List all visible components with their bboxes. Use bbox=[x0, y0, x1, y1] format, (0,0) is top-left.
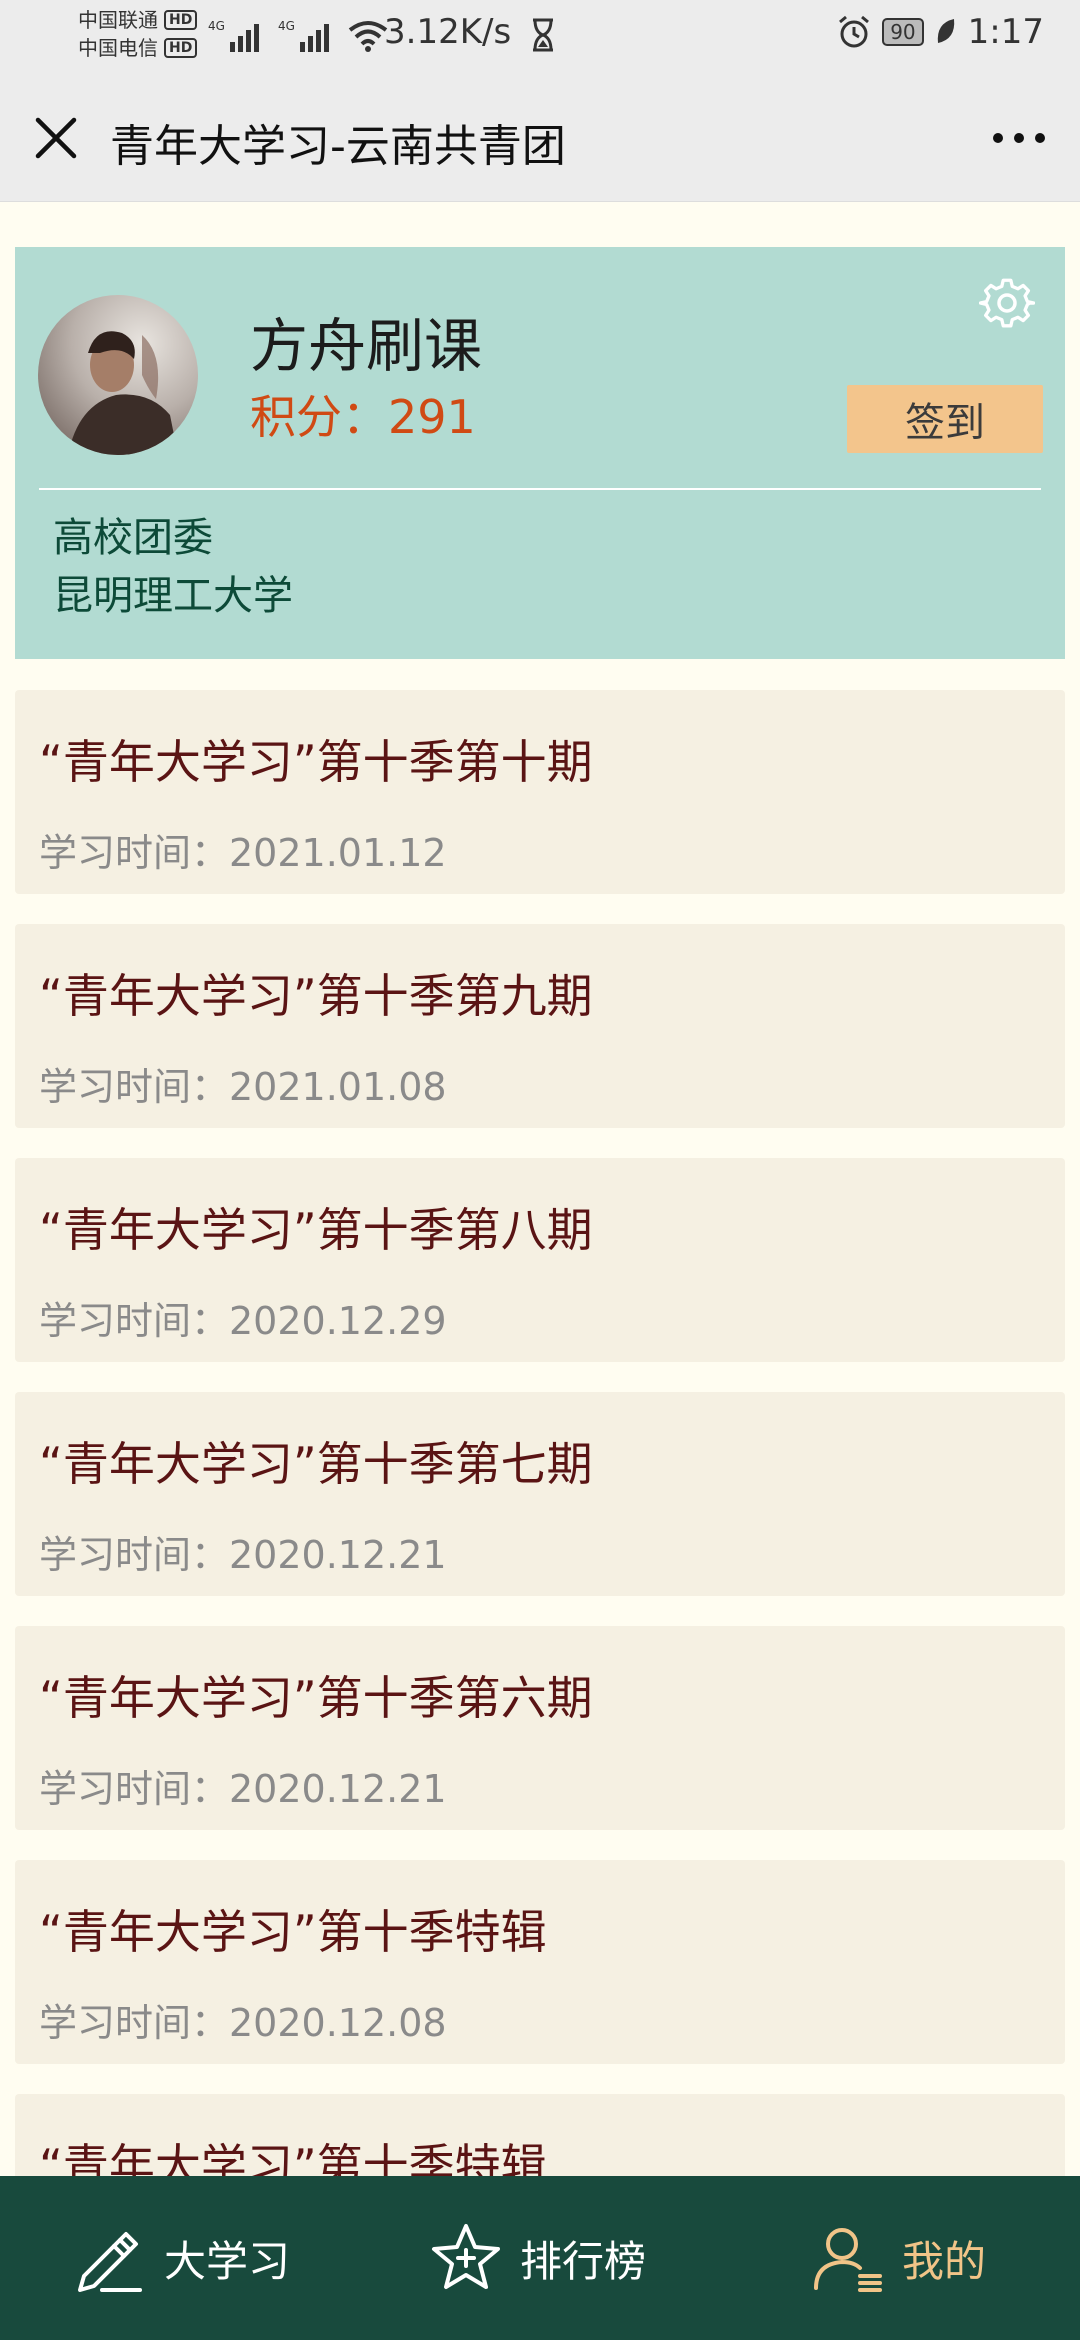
divider bbox=[39, 488, 1041, 490]
course-item[interactable]: “青年大学习”第十季特辑 bbox=[15, 2094, 1065, 2176]
battery-indicator: 90 bbox=[882, 18, 924, 46]
course-item[interactable]: “青年大学习”第十季第十期 学习时间：2021.01.12 bbox=[15, 690, 1065, 894]
user-icon bbox=[814, 2228, 882, 2292]
score-label: 积分： bbox=[250, 390, 388, 444]
score-row: 积分：291 bbox=[250, 381, 476, 447]
signal-icons: 4G 4G bbox=[208, 18, 388, 52]
course-title: “青年大学习”第十季第十期 bbox=[39, 735, 593, 789]
signal-icon: 4G bbox=[278, 19, 329, 52]
carrier-2: 中国电信 bbox=[78, 36, 158, 60]
course-title: “青年大学习”第十季第八期 bbox=[39, 1203, 593, 1257]
score-value: 291 bbox=[388, 390, 476, 444]
course-title: “青年大学习”第十季特辑 bbox=[39, 2139, 547, 2176]
hourglass-icon bbox=[533, 18, 553, 52]
pencil-icon bbox=[78, 2232, 142, 2292]
course-date: 学习时间：2021.01.08 bbox=[39, 1065, 447, 1109]
course-title: “青年大学习”第十季第九期 bbox=[39, 969, 593, 1023]
wifi-icon bbox=[348, 21, 388, 52]
close-button[interactable] bbox=[26, 108, 86, 168]
status-right: 90 1:17 bbox=[836, 12, 1044, 52]
svg-text:4G: 4G bbox=[208, 19, 225, 33]
svg-text:4G: 4G bbox=[278, 19, 295, 33]
nav-study-label: 大学习 bbox=[164, 2236, 291, 2286]
page-title: 青年大学习-云南共青团 bbox=[110, 121, 566, 172]
user-name: 方舟刷课 bbox=[250, 312, 483, 380]
alarm-icon bbox=[839, 15, 870, 48]
profile-card: 方舟刷课 积分：291 签到 高校团委 昆明理工大学 bbox=[15, 247, 1065, 659]
close-icon bbox=[35, 117, 77, 159]
signin-button[interactable]: 签到 bbox=[847, 385, 1043, 453]
course-date: 学习时间：2020.12.29 bbox=[39, 1299, 447, 1343]
carrier-1: 中国联通 bbox=[78, 8, 158, 32]
avatar-image bbox=[38, 295, 198, 455]
course-date: 学习时间：2020.12.08 bbox=[39, 2001, 447, 2045]
nav-rank[interactable]: 排行榜 bbox=[428, 2176, 646, 2340]
carrier-info: 中国联通 HD 中国电信 HD bbox=[78, 6, 198, 62]
course-list: “青年大学习”第十季第十期 学习时间：2021.01.12 “青年大学习”第十季… bbox=[15, 690, 1065, 2176]
hd-badge: HD bbox=[164, 10, 198, 30]
status-bar: 中国联通 HD 中国电信 HD 4G 4G 3.12K/s 90 1:17 bbox=[0, 0, 1080, 74]
course-item[interactable]: “青年大学习”第十季第七期 学习时间：2020.12.21 bbox=[15, 1392, 1065, 1596]
course-date: 学习时间：2020.12.21 bbox=[39, 1767, 447, 1811]
title-bar: 青年大学习-云南共青团 bbox=[0, 74, 1080, 202]
settings-button[interactable] bbox=[978, 275, 1036, 331]
course-date: 学习时间：2020.12.21 bbox=[39, 1533, 447, 1577]
course-title: “青年大学习”第十季第六期 bbox=[39, 1671, 593, 1725]
more-button[interactable] bbox=[984, 108, 1054, 168]
bottom-nav: 大学习 排行榜 我的 bbox=[0, 2176, 1080, 2340]
nav-mine-label: 我的 bbox=[902, 2236, 987, 2286]
course-item[interactable]: “青年大学习”第十季第八期 学习时间：2020.12.29 bbox=[15, 1158, 1065, 1362]
more-icon bbox=[993, 133, 1045, 143]
star-icon bbox=[432, 2224, 500, 2289]
nav-rank-label: 排行榜 bbox=[520, 2236, 647, 2286]
course-item[interactable]: “青年大学习”第十季第六期 学习时间：2020.12.21 bbox=[15, 1626, 1065, 1830]
nav-study[interactable]: 大学习 bbox=[72, 2176, 290, 2340]
clock: 1:17 bbox=[967, 12, 1044, 52]
course-item[interactable]: “青年大学习”第十季特辑 学习时间：2020.12.08 bbox=[15, 1860, 1065, 2064]
course-title: “青年大学习”第十季特辑 bbox=[39, 1905, 547, 1959]
course-title: “青年大学习”第十季第七期 bbox=[39, 1437, 593, 1491]
leaf-icon bbox=[937, 19, 954, 43]
gear-icon bbox=[978, 278, 1036, 328]
org-name: 昆明理工大学 bbox=[53, 573, 293, 619]
course-date: 学习时间：2021.01.12 bbox=[39, 831, 447, 875]
nav-mine[interactable]: 我的 bbox=[810, 2176, 986, 2340]
hd-badge: HD bbox=[164, 38, 198, 58]
org-type: 高校团委 bbox=[53, 515, 213, 561]
signal-icon: 4G bbox=[208, 19, 259, 52]
avatar[interactable] bbox=[38, 295, 198, 455]
course-item[interactable]: “青年大学习”第十季第九期 学习时间：2021.01.08 bbox=[15, 924, 1065, 1128]
net-speed: 3.12K/s bbox=[384, 12, 512, 52]
